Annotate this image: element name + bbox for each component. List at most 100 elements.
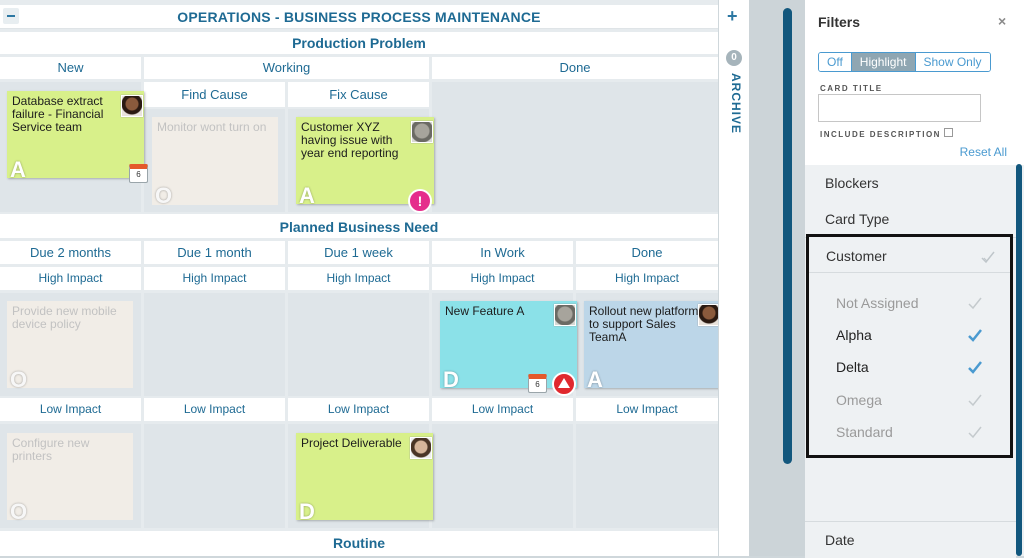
card-type-letter: A <box>299 183 315 208</box>
card-type-letter: A <box>587 367 603 392</box>
column-find-cause[interactable]: Find Cause <box>144 82 285 107</box>
card-title: New Feature A <box>445 304 525 318</box>
card-customer-xyz[interactable]: Customer XYZ having issue with year end … <box>296 117 434 213</box>
sublane-low-impact[interactable]: Low Impact <box>576 398 718 421</box>
filter-section-customer: Customer Not Assigned Alpha Delta Omega … <box>806 234 1013 458</box>
sublane-low-impact[interactable]: Low Impact <box>432 398 573 421</box>
card-type-letter: A <box>10 157 26 182</box>
card-title: Database extract failure - Financial Ser… <box>12 94 104 134</box>
customer-section-header[interactable]: Customer <box>809 237 1010 273</box>
sublane-low-impact[interactable]: Low Impact <box>288 398 429 421</box>
customer-option-not-assigned[interactable]: Not Assigned <box>836 295 919 311</box>
checkmark-icon[interactable] <box>968 296 982 310</box>
filter-mode-highlight[interactable]: Highlight <box>851 53 916 71</box>
priority-icon[interactable] <box>552 372 576 396</box>
card-rollout-platform[interactable]: Rollout new platform to support Sales Te… <box>584 301 718 392</box>
card-type-letter: O <box>10 367 28 392</box>
column-working[interactable]: Working <box>144 57 429 79</box>
filter-mode-show-only[interactable]: Show Only <box>915 53 990 71</box>
calendar-icon[interactable]: 6 <box>528 374 547 393</box>
column-new[interactable]: New <box>0 57 141 79</box>
card-new-feature-a[interactable]: New Feature A 6 D <box>440 301 577 396</box>
customer-option-delta[interactable]: Delta <box>836 359 869 375</box>
checkmark-icon[interactable] <box>981 250 995 264</box>
card-type-letter: O <box>10 499 28 524</box>
archive-column[interactable]: + 0 ARCHIVE <box>719 0 749 556</box>
avatar-icon[interactable] <box>411 121 433 143</box>
board-scroll-area <box>749 0 805 556</box>
cell-high-due-1-week[interactable] <box>288 293 429 396</box>
plus-icon[interactable]: + <box>727 6 738 27</box>
card-title: Configure new printers <box>12 436 90 463</box>
card-type-letter: D <box>299 499 315 524</box>
card-monitor[interactable]: Monitor wont turn on O <box>152 117 278 208</box>
column-due-2-months[interactable]: Due 2 months <box>0 241 141 264</box>
sublane-low-impact[interactable]: Low Impact <box>144 398 285 421</box>
archive-label[interactable]: ARCHIVE <box>729 73 743 134</box>
filter-mode-toggle: Off Highlight Show Only <box>818 52 991 72</box>
column-planned-done[interactable]: Done <box>576 241 718 264</box>
card-title: Project Deliverable <box>301 436 402 450</box>
checkmark-icon[interactable] <box>968 328 982 342</box>
card-type-letter: D <box>443 367 459 392</box>
include-description-checkbox[interactable] <box>944 128 953 137</box>
blocker-icon[interactable]: ! <box>408 189 432 213</box>
filter-section-card-type[interactable]: Card Type <box>805 201 1016 238</box>
cell-high-due-1-month[interactable] <box>144 293 285 396</box>
card-title-input[interactable] <box>818 94 981 122</box>
checkmark-icon[interactable] <box>968 393 982 407</box>
card-configure-printers[interactable]: Configure new printers O <box>7 433 133 524</box>
lane-routine[interactable]: Routine <box>0 531 718 556</box>
sublane-high-impact[interactable]: High Impact <box>288 267 429 290</box>
customer-option-standard[interactable]: Standard <box>836 424 893 440</box>
card-title-label: CARD TITLE <box>820 84 883 93</box>
cell-done[interactable] <box>432 82 718 212</box>
filters-title: Filters <box>818 14 861 30</box>
cell-low-due-1-month[interactable] <box>144 424 285 528</box>
calendar-icon[interactable]: 6 <box>129 164 148 183</box>
cell-low-done[interactable] <box>576 424 718 528</box>
reset-all-link[interactable]: Reset All <box>960 145 1007 159</box>
card-database-extract[interactable]: Database extract failure - Financial Ser… <box>7 91 148 183</box>
card-mobile-device-policy[interactable]: Provide new mobile device policy O <box>7 301 133 392</box>
filters-scrollbar[interactable] <box>1016 164 1022 556</box>
card-title: Rollout new platform to support Sales Te… <box>589 304 699 344</box>
avatar-icon[interactable] <box>410 437 432 459</box>
column-due-1-week[interactable]: Due 1 week <box>288 241 429 264</box>
filter-section-date[interactable]: Date <box>805 521 1016 558</box>
cell-low-in-work[interactable] <box>432 424 573 528</box>
sublane-high-impact[interactable]: High Impact <box>0 267 141 290</box>
card-project-deliverable[interactable]: Project Deliverable D <box>296 433 433 524</box>
checkmark-icon[interactable] <box>968 425 982 439</box>
sublane-high-impact[interactable]: High Impact <box>432 267 573 290</box>
sublane-low-impact[interactable]: Low Impact <box>0 398 141 421</box>
include-description-label: INCLUDE DESCRIPTION <box>820 130 941 139</box>
avatar-icon[interactable] <box>554 304 576 326</box>
customer-section-title: Customer <box>826 248 887 264</box>
checkmark-icon[interactable] <box>968 360 982 374</box>
board-scrollbar[interactable] <box>783 8 792 464</box>
customer-option-alpha[interactable]: Alpha <box>836 327 872 343</box>
filter-mode-off[interactable]: Off <box>819 53 852 71</box>
customer-option-omega[interactable]: Omega <box>836 392 882 408</box>
avatar-icon[interactable] <box>698 304 718 326</box>
board-title-bar: OPERATIONS - BUSINESS PROCESS MAINTENANC… <box>0 5 718 29</box>
card-title: Provide new mobile device policy <box>12 304 117 331</box>
sublane-high-impact[interactable]: High Impact <box>576 267 718 290</box>
lane-production-problem[interactable]: Production Problem <box>0 32 718 54</box>
card-title: Customer XYZ having issue with year end … <box>301 120 399 160</box>
card-type-letter: O <box>155 183 173 208</box>
lane-planned-business-need[interactable]: Planned Business Need <box>0 214 718 238</box>
avatar-icon[interactable] <box>121 95 143 117</box>
column-fix-cause[interactable]: Fix Cause <box>288 82 429 107</box>
column-done[interactable]: Done <box>432 57 718 79</box>
filters-header: Filters × Off Highlight Show Only CARD T… <box>805 0 1024 165</box>
board-title: OPERATIONS - BUSINESS PROCESS MAINTENANC… <box>177 9 541 25</box>
close-icon[interactable]: × <box>998 13 1006 29</box>
sublane-high-impact[interactable]: High Impact <box>144 267 285 290</box>
card-title: Monitor wont turn on <box>157 120 267 134</box>
column-due-1-month[interactable]: Due 1 month <box>144 241 285 264</box>
filter-section-blockers[interactable]: Blockers <box>805 165 1016 202</box>
column-in-work[interactable]: In Work <box>432 241 573 264</box>
kanban-board: OPERATIONS - BUSINESS PROCESS MAINTENANC… <box>0 0 718 556</box>
